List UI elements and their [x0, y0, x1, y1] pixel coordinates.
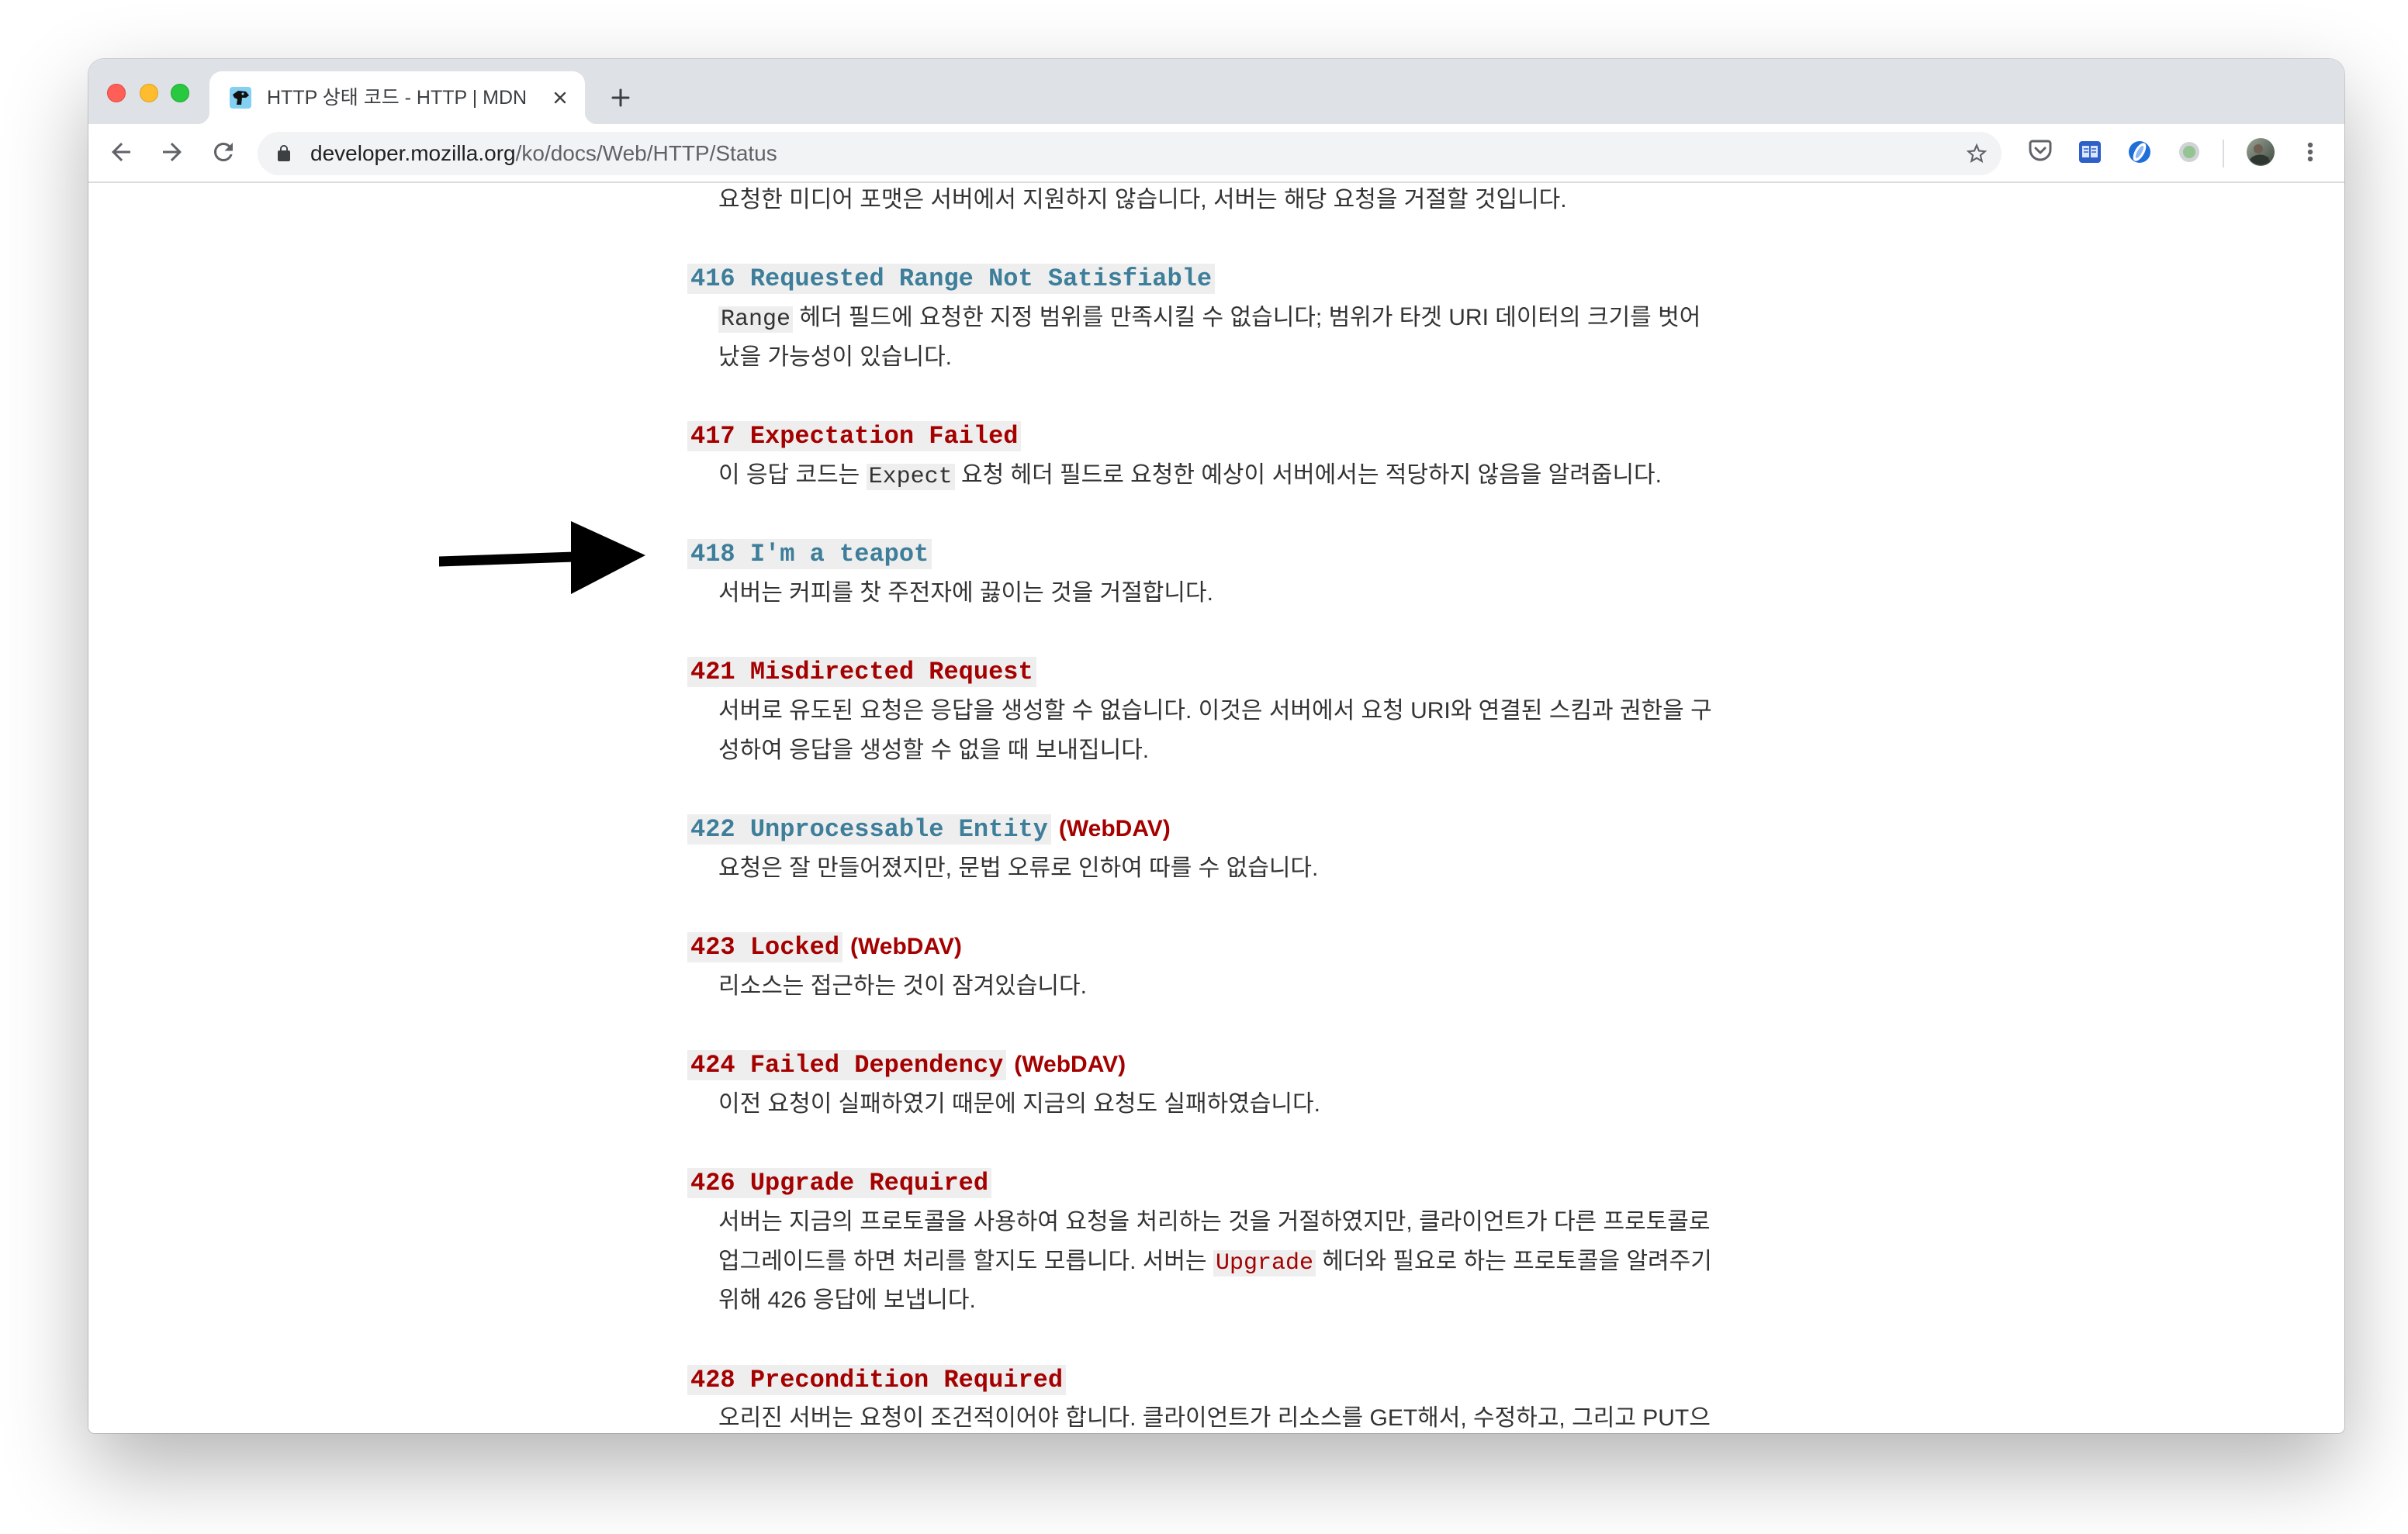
profile-avatar[interactable] [2245, 136, 2276, 168]
browser-window: HTTP 상태 코드 - HTTP | MDN developer.mozill… [88, 59, 2344, 1433]
description-line: 서버는 지금의 프로토콜을 사용하여 요청을 처리하는 것을 거절하였지만, 클… [718, 1203, 1712, 1242]
description-line: 위해 426 응답에 보냅니다. [718, 1281, 1712, 1321]
webdav-link[interactable]: (WebDAV) [1059, 816, 1171, 841]
description-line: 서버로 유도된 요청은 응답을 생성할 수 없습니다. 이것은 서버에서 요청 … [718, 692, 1712, 731]
toolbar-divider [2223, 140, 2224, 168]
description-line: Range 헤더 필드에 요청한 지정 범위를 만족시킬 수 없습니다; 범위가… [718, 299, 1712, 338]
description-text: 서버는 커피를 찻 주전자에 끓이는 것을 거절합니다. [718, 579, 1213, 606]
zoom-window-button[interactable] [171, 84, 189, 102]
description-text: 이전 요청이 실패하였기 때문에 지금의 요청도 실패하였습니다. [718, 1090, 1320, 1117]
status-description-423: 리소스는 접근하는 것이 잠겨있습니다. [718, 967, 1712, 1007]
webdav-link[interactable]: (WebDAV) [850, 934, 962, 959]
status-term-424: 424 Failed Dependency (WebDAV) [687, 1045, 1712, 1085]
description-text: 요청 헤더 필드로 요청한 예상이 서버에서는 적당하지 않음을 알려줍니다. [954, 461, 1662, 488]
close-icon[interactable] [551, 88, 569, 107]
description-line: 났을 가능성이 있습니다. [718, 338, 1712, 378]
status-423-link[interactable]: 423 Locked [687, 932, 843, 963]
description-text: 헤더와 필요로 하는 프로토콜을 알려주기 [1315, 1248, 1712, 1274]
description-text: 리소스는 접근하는 것이 잠겨있습니다. [718, 973, 1087, 999]
status-description-417: 이 응답 코드는 Expect 요청 헤더 필드로 요청한 예상이 서버에서는 … [718, 456, 1712, 496]
browser-toolbar: developer.mozilla.org/ko/docs/Web/HTTP/S… [88, 124, 2344, 183]
description-text: 헤더 필드에 요청한 지정 범위를 만족시킬 수 없습니다; 범위가 타겟 UR… [793, 305, 1701, 331]
tab-title: HTTP 상태 코드 - HTTP | MDN [267, 87, 528, 109]
description-line: 리소스는 접근하는 것이 잠겨있습니다. [718, 967, 1712, 1007]
status-term-422: 422 Unprocessable Entity (WebDAV) [687, 810, 1712, 849]
plus-icon[interactable] [607, 84, 635, 112]
status-description-421: 서버로 유도된 요청은 응답을 생성할 수 없습니다. 이것은 서버에서 요청 … [718, 692, 1712, 770]
inline-code-upgrade-link[interactable]: Upgrade [1213, 1249, 1316, 1277]
page-content: 요청한 미디어 포맷은 서버에서 지원하지 않습니다, 서버는 해당 요청을 거… [88, 183, 2344, 1433]
status-424-link[interactable]: 424 Failed Dependency [687, 1050, 1007, 1081]
status-description-426: 서버는 지금의 프로토콜을 사용하여 요청을 처리하는 것을 거절하였지만, 클… [718, 1203, 1712, 1321]
kebab-menu-icon[interactable] [2295, 136, 2326, 168]
description-line: 업그레이드를 하면 처리를 할지도 모릅니다. 서버는 Upgrade 헤더와 … [718, 1242, 1712, 1282]
minimize-window-button[interactable] [140, 84, 158, 102]
reading-list-extension-icon[interactable] [2074, 136, 2105, 168]
status-extension-icon[interactable] [2174, 136, 2205, 168]
status-term-416: 416 Requested Range Not Satisfiable [687, 259, 1712, 299]
description-text: 성하여 응답을 생성할 수 없을 때 보내집니다. [718, 737, 1150, 763]
description-line: 서버는 커피를 찻 주전자에 끓이는 것을 거절합니다. [718, 574, 1712, 613]
description-line: 오리진 서버는 요청이 조건적이어야 합니다. 클라이언트가 리소스를 GET해… [718, 1399, 1712, 1433]
url-host: developer.mozilla.org [310, 141, 516, 165]
arrow-head [571, 521, 645, 594]
address-bar[interactable]: developer.mozilla.org/ko/docs/Web/HTTP/S… [258, 132, 2001, 175]
description-line: 요청한 미디어 포맷은 서버에서 지원하지 않습니다, 서버는 해당 요청을 거… [718, 183, 1712, 220]
webdav-link[interactable]: (WebDAV) [1014, 1052, 1126, 1077]
description-text: 서버로 유도된 요청은 응답을 생성할 수 없습니다. 이것은 서버에서 요청 … [718, 697, 1712, 724]
status-term-421: 421 Misdirected Request [687, 652, 1712, 692]
status-428-link[interactable]: 428 Precondition Required [687, 1364, 1067, 1395]
description-text: 서버는 지금의 프로토콜을 사용하여 요청을 처리하는 것을 거절하였지만, 클… [718, 1208, 1711, 1235]
status-description-418: 서버는 커피를 찻 주전자에 끓이는 것을 거절합니다. [718, 574, 1712, 613]
description-line: 성하여 응답을 생성할 수 없을 때 보내집니다. [718, 731, 1712, 771]
url-path: /ko/docs/Web/HTTP/Status [515, 141, 777, 165]
status-term-423: 423 Locked (WebDAV) [687, 928, 1712, 967]
status-426-link[interactable]: 426 Upgrade Required [687, 1168, 992, 1199]
description-line: 이 응답 코드는 Expect 요청 헤더 필드로 요청한 예상이 서버에서는 … [718, 456, 1712, 496]
back-arrow-icon[interactable] [106, 136, 137, 168]
tab-strip: HTTP 상태 코드 - HTTP | MDN [88, 59, 2344, 124]
status-418-link[interactable]: 418 I'm a teapot [687, 539, 932, 570]
status-description-428: 오리진 서버는 요청이 조건적이어야 합니다. 클라이언트가 리소스를 GET해… [718, 1399, 1712, 1433]
status-term-428: 428 Precondition Required [687, 1360, 1712, 1400]
status-description-415: 요청한 미디어 포맷은 서버에서 지원하지 않습니다, 서버는 해당 요청을 거… [718, 183, 1712, 220]
status-term-426: 426 Upgrade Required [687, 1163, 1712, 1203]
status-term-418: 418 I'm a teapot [687, 534, 1712, 574]
status-416-link[interactable]: 416 Requested Range Not Satisfiable [687, 264, 1216, 295]
arrow-right-icon [439, 521, 645, 594]
description-line: 이전 요청이 실패하였기 때문에 지금의 요청도 실패하였습니다. [718, 1085, 1712, 1125]
forward-arrow-icon[interactable] [157, 136, 188, 168]
pocket-icon[interactable] [2025, 136, 2056, 168]
close-window-button[interactable] [107, 84, 126, 102]
status-description-416: Range 헤더 필드에 요청한 지정 범위를 만족시킬 수 없습니다; 범위가… [718, 299, 1712, 377]
description-line: 요청은 잘 만들어졌지만, 문법 오류로 인하여 따를 수 없습니다. [718, 849, 1712, 889]
status-422-link[interactable]: 422 Unprocessable Entity [687, 814, 1051, 845]
status-417-link[interactable]: 417 Expectation Failed [687, 421, 1022, 452]
tab-mdn-http-status[interactable]: HTTP 상태 코드 - HTTP | MDN [197, 71, 597, 124]
description-text: 업그레이드를 하면 처리를 할지도 모릅니다. 서버는 [718, 1248, 1213, 1274]
password-manager-extension-icon[interactable] [2124, 136, 2155, 168]
inline-code-range: Range [718, 306, 794, 333]
description-text: 났을 가능성이 있습니다. [718, 344, 953, 370]
url-text[interactable]: developer.mozilla.org/ko/docs/Web/HTTP/S… [310, 132, 777, 175]
status-term-417: 417 Expectation Failed [687, 416, 1712, 456]
mdn-favicon-icon [230, 87, 251, 109]
description-text: 위해 426 응답에 보냅니다. [718, 1287, 976, 1314]
status-421-link[interactable]: 421 Misdirected Request [687, 657, 1036, 688]
star-icon[interactable] [1961, 138, 1992, 169]
inline-code-expect: Expect [866, 463, 955, 490]
status-description-422: 요청은 잘 만들어졌지만, 문법 오류로 인하여 따를 수 없습니다. [718, 849, 1712, 889]
status-code-list: 요청한 미디어 포맷은 서버에서 지원하지 않습니다, 서버는 해당 요청을 거… [687, 183, 1712, 1433]
description-text: 요청한 미디어 포맷은 서버에서 지원하지 않습니다, 서버는 해당 요청을 거… [718, 187, 1567, 212]
arrow-shaft [439, 551, 574, 567]
status-description-424: 이전 요청이 실패하였기 때문에 지금의 요청도 실패하였습니다. [718, 1085, 1712, 1125]
lock-icon[interactable] [275, 144, 293, 163]
description-text: 요청은 잘 만들어졌지만, 문법 오류로 인하여 따를 수 없습니다. [718, 855, 1319, 881]
reload-icon[interactable] [208, 136, 239, 168]
description-text: 오리진 서버는 요청이 조건적이어야 합니다. 클라이언트가 리소스를 GET해… [718, 1405, 1711, 1432]
description-text: 이 응답 코드는 [718, 461, 867, 488]
